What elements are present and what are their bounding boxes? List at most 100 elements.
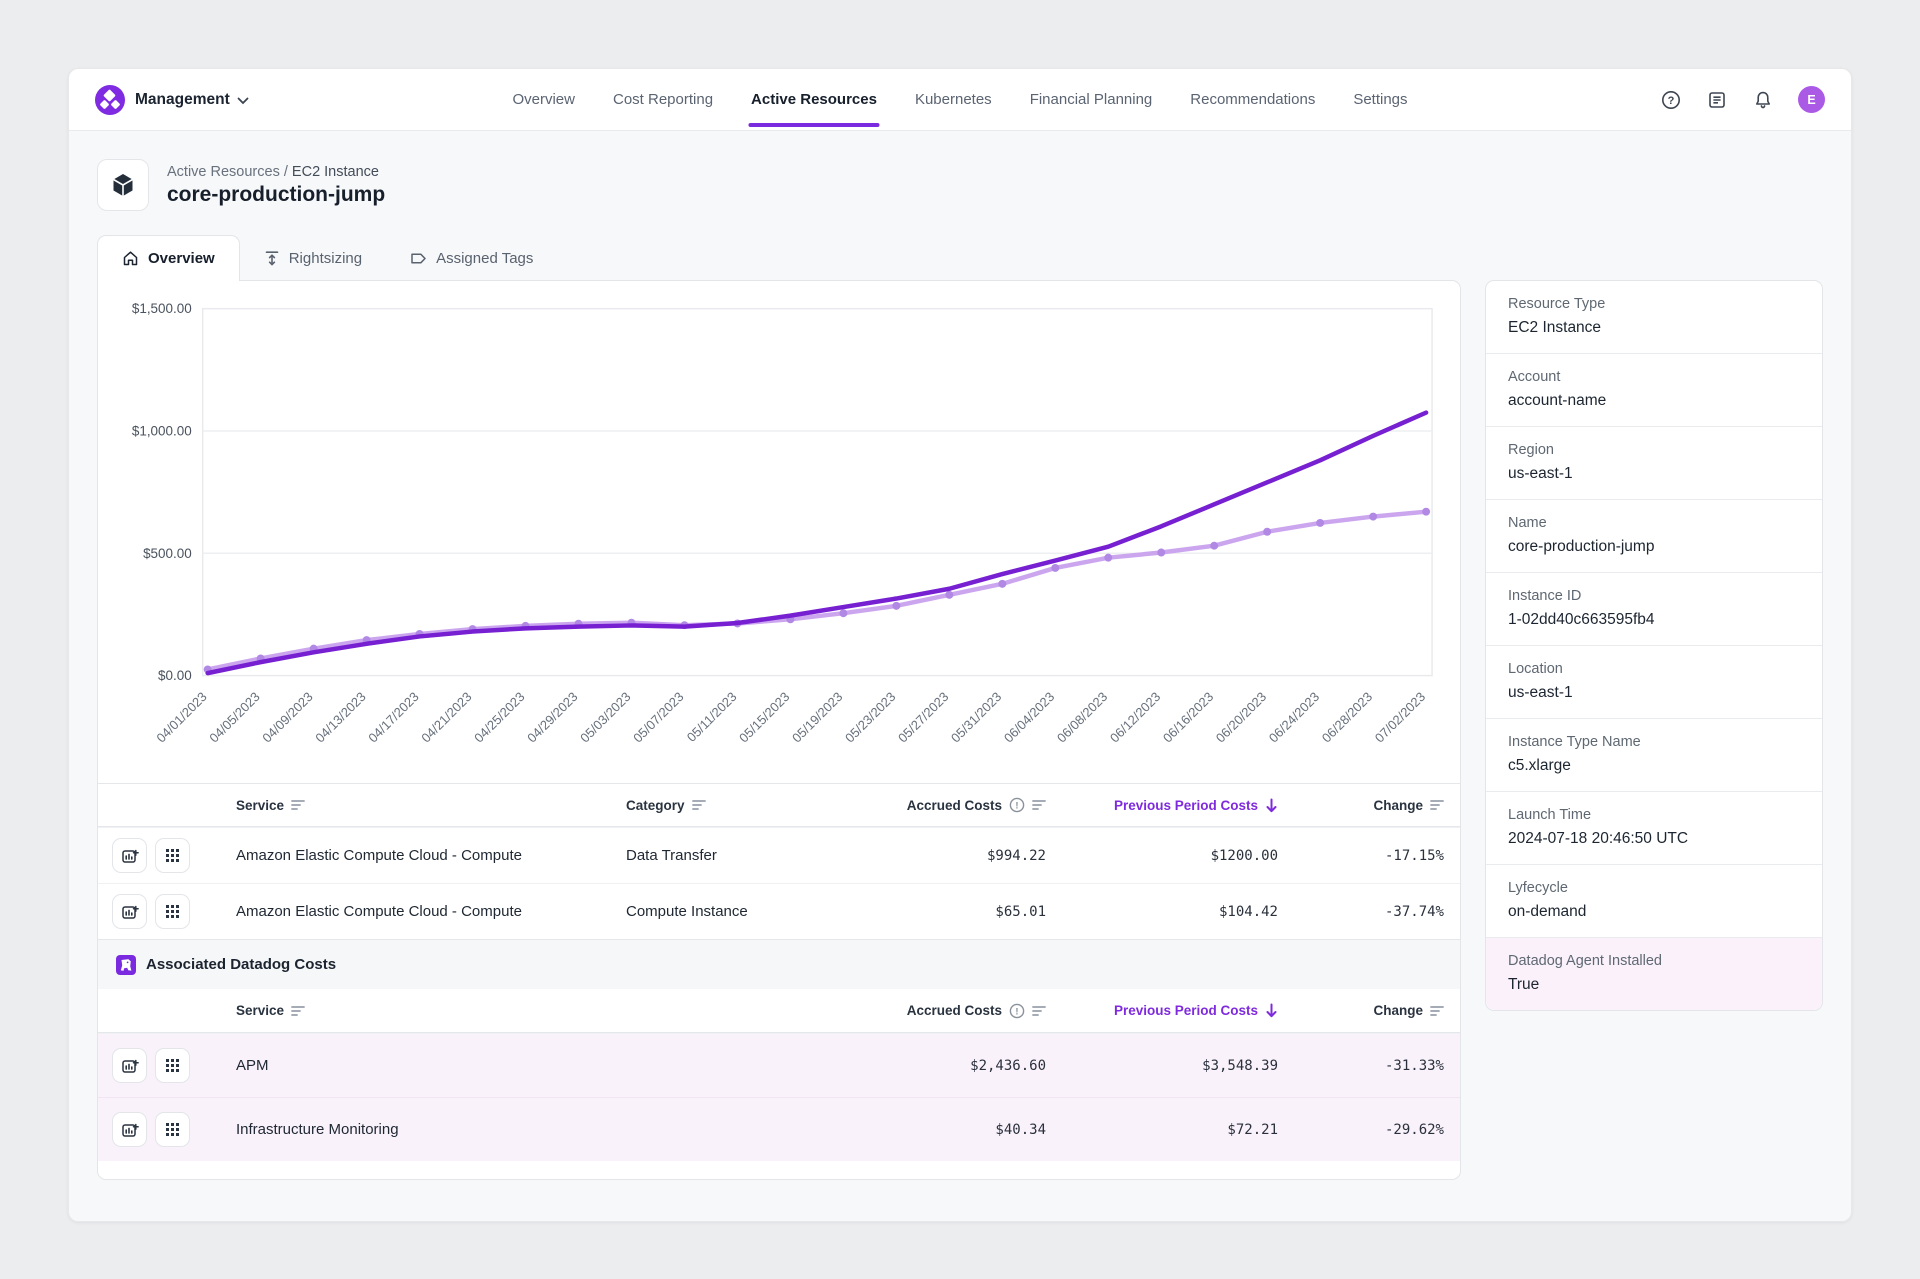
grid-icon — [165, 1058, 180, 1073]
detail-value: us-east-1 — [1508, 465, 1800, 483]
x-axis-label: 04/05/2023 — [206, 689, 262, 745]
detail-label: Launch Time — [1508, 807, 1800, 823]
x-axis-label: 04/25/2023 — [471, 689, 527, 745]
change-cell: -17.15% — [1290, 848, 1460, 864]
detail-value: 2024-07-18 20:46:50 UTC — [1508, 830, 1800, 848]
tag-icon — [410, 251, 427, 266]
x-axis-label: 05/19/2023 — [789, 689, 845, 745]
col-category[interactable]: Category — [614, 798, 828, 813]
graph-action-button[interactable] — [112, 894, 147, 929]
x-axis-label: 06/12/2023 — [1107, 689, 1163, 745]
detail-value: us-east-1 — [1508, 684, 1800, 702]
data-point — [1051, 564, 1059, 572]
x-axis-label: 04/13/2023 — [312, 689, 368, 745]
rightsizing-icon — [264, 250, 280, 267]
primary-nav: Overview Cost Reporting Active Resources… — [512, 69, 1407, 130]
x-axis-label: 06/16/2023 — [1160, 689, 1216, 745]
category-cell: Compute Instance — [614, 903, 828, 920]
datadog-costs-title: Associated Datadog Costs — [146, 956, 336, 973]
brand-logo-icon — [95, 85, 125, 115]
detail-field: Resource TypeEC2 Instance — [1486, 281, 1822, 353]
title-block: Active Resources / EC2 Instance core-pro… — [167, 164, 385, 207]
col-accrued-costs[interactable]: Accrued Costs ! — [828, 1003, 1058, 1019]
detail-label: Datadog Agent Installed — [1508, 953, 1800, 969]
grid-action-button[interactable] — [155, 894, 190, 929]
grid-icon — [165, 904, 180, 919]
data-point — [892, 602, 900, 610]
detail-value: True — [1508, 976, 1800, 994]
user-avatar[interactable]: E — [1798, 86, 1825, 113]
nav-item-cost-reporting[interactable]: Cost Reporting — [613, 91, 713, 108]
sort-icon — [1430, 1005, 1444, 1017]
help-icon[interactable]: ? — [1660, 89, 1682, 111]
grid-action-button[interactable] — [155, 1112, 190, 1147]
change-cell: -31.33% — [1290, 1058, 1460, 1074]
detail-label: Location — [1508, 661, 1800, 677]
sort-icon — [291, 799, 305, 811]
col-change[interactable]: Change — [1290, 1003, 1460, 1018]
tab-rightsizing[interactable]: Rightsizing — [240, 235, 386, 281]
nav-item-financial-planning[interactable]: Financial Planning — [1030, 91, 1153, 108]
x-axis-label: 06/08/2023 — [1054, 689, 1110, 745]
x-axis-label: 05/11/2023 — [684, 689, 740, 745]
detail-field: Instance ID1-02dd40c663595fb4 — [1486, 572, 1822, 645]
notifications-bell-icon[interactable] — [1752, 89, 1774, 111]
col-previous-period-costs[interactable]: Previous Period Costs — [1058, 798, 1290, 813]
x-axis-label: 04/01/2023 — [153, 689, 209, 745]
accrued-cost-cell: $65.01 — [828, 904, 1058, 920]
breadcrumb-parent-link[interactable]: Active Resources — [167, 164, 280, 180]
grid-action-button[interactable] — [155, 1048, 190, 1083]
detail-value: core-production-jump — [1508, 538, 1800, 556]
x-axis-label: 06/24/2023 — [1266, 689, 1322, 745]
grid-icon — [165, 1122, 180, 1137]
grid-action-button[interactable] — [155, 838, 190, 873]
sort-icon — [692, 799, 706, 811]
col-previous-period-costs[interactable]: Previous Period Costs — [1058, 1003, 1290, 1018]
category-cell: Data Transfer — [614, 847, 828, 864]
sort-icon — [291, 1005, 305, 1017]
data-point — [945, 591, 953, 599]
breadcrumb: Active Resources / EC2 Instance — [167, 164, 385, 180]
detail-field: Location us-east-1 — [1486, 645, 1822, 718]
x-axis-label: 04/29/2023 — [524, 689, 580, 745]
col-change[interactable]: Change — [1290, 798, 1460, 813]
accrued-cost-cell: $994.22 — [828, 848, 1058, 864]
release-notes-icon[interactable] — [1706, 89, 1728, 111]
x-axis-label: 06/20/2023 — [1213, 689, 1269, 745]
col-service[interactable]: Service — [216, 798, 614, 813]
x-axis-label: 06/04/2023 — [1001, 689, 1057, 745]
top-navigation-bar: Management Overview Cost Reporting Activ… — [69, 69, 1851, 131]
cost-chart[interactable]: $1,500.00$1,000.00$500.00$0.0004/01/2023… — [98, 281, 1460, 783]
org-switcher[interactable]: Management — [95, 85, 249, 115]
table-row: Amazon Elastic Compute Cloud - Compute C… — [98, 883, 1460, 939]
detail-field: Name core-production-jump — [1486, 499, 1822, 572]
sort-icon — [1430, 799, 1444, 811]
previous-cost-cell: $3,548.39 — [1058, 1058, 1290, 1074]
graph-add-icon — [121, 1057, 139, 1075]
nav-item-active-resources[interactable]: Active Resources — [751, 91, 877, 108]
graph-action-button[interactable] — [112, 1048, 147, 1083]
graph-action-button[interactable] — [112, 1112, 147, 1147]
graph-action-button[interactable] — [112, 838, 147, 873]
tab-assigned-tags[interactable]: Assigned Tags — [386, 235, 557, 281]
cost-table-header: Service Category Accrued Costs ! — [98, 783, 1460, 827]
nav-item-overview[interactable]: Overview — [512, 91, 575, 108]
top-actions: ? E — [1660, 86, 1825, 113]
x-axis-label: 05/15/2023 — [736, 689, 792, 745]
detail-value: on-demand — [1508, 903, 1800, 921]
tab-assigned-tags-label: Assigned Tags — [436, 250, 533, 267]
tab-overview[interactable]: Overview — [97, 235, 240, 281]
breadcrumb-current: EC2 Instance — [292, 164, 379, 180]
service-cell: Amazon Elastic Compute Cloud - Compute — [216, 903, 614, 920]
accrued-cost-cell: $2,436.60 — [828, 1058, 1058, 1074]
chevron-down-icon — [237, 97, 249, 105]
nav-item-settings[interactable]: Settings — [1353, 91, 1407, 108]
col-service[interactable]: Service — [216, 1003, 828, 1018]
nav-item-kubernetes[interactable]: Kubernetes — [915, 91, 992, 108]
nav-item-recommendations[interactable]: Recommendations — [1190, 91, 1315, 108]
table-row: Amazon Elastic Compute Cloud - Compute D… — [98, 827, 1460, 883]
detail-field: Instance Type Namec5.xlarge — [1486, 718, 1822, 791]
detail-value: c5.xlarge — [1508, 757, 1800, 775]
detail-label: Name — [1508, 515, 1800, 531]
col-accrued-costs[interactable]: Accrued Costs ! — [828, 797, 1058, 813]
